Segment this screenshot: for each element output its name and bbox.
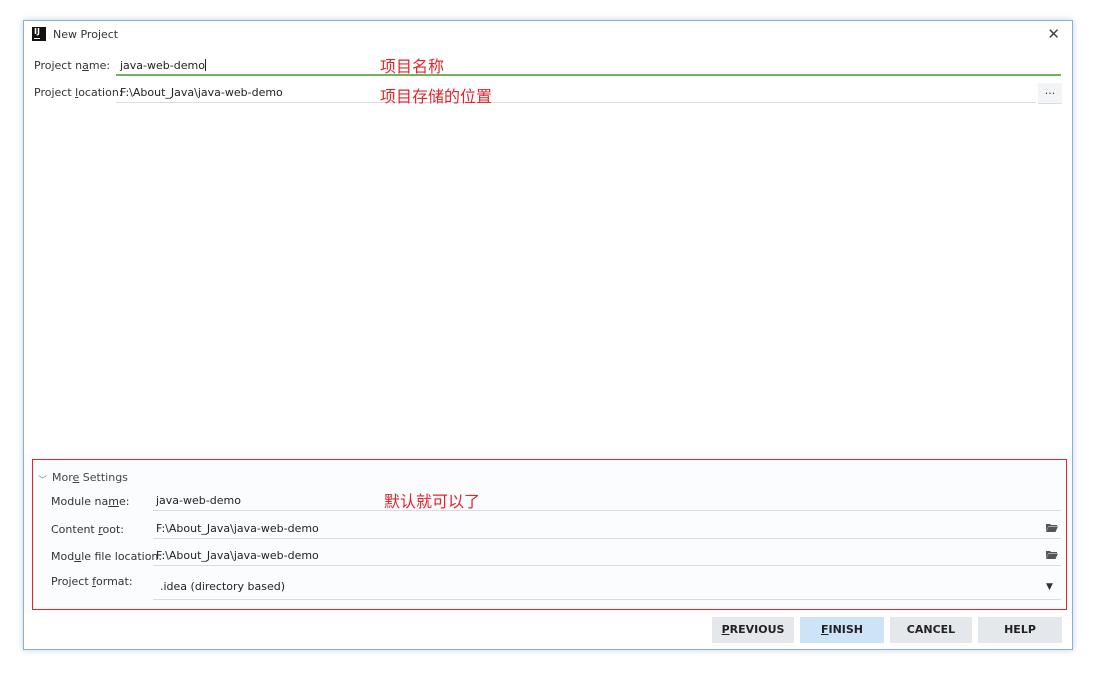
dropdown-arrow-icon[interactable]: ▼ bbox=[1046, 582, 1053, 592]
folder-open-icon[interactable] bbox=[1046, 550, 1058, 559]
title-bar: IJ New Project ✕ bbox=[24, 21, 1072, 49]
module-name-underline bbox=[153, 510, 1061, 511]
project-location-input[interactable]: F:\About_Java\java-web-demo bbox=[120, 86, 1030, 99]
project-format-select[interactable]: .idea (directory based) bbox=[160, 580, 1020, 593]
content-root-label: Content root: bbox=[51, 523, 125, 536]
help-button[interactable]: HELP bbox=[978, 617, 1062, 643]
close-button[interactable]: ✕ bbox=[1047, 25, 1060, 43]
dialog-title: New Project bbox=[53, 28, 119, 41]
cancel-button[interactable]: CANCEL bbox=[890, 617, 972, 643]
module-name-input[interactable]: java-web-demo bbox=[156, 494, 1036, 507]
text-caret bbox=[204, 59, 206, 71]
finish-button[interactable]: FINISH bbox=[800, 617, 884, 643]
intellij-icon: IJ bbox=[32, 27, 46, 41]
module-file-location-input[interactable]: F:\About_Java\java-web-demo bbox=[156, 549, 1026, 562]
chevron-down-icon[interactable]: ﹀ bbox=[38, 473, 47, 486]
project-location-annotation: 项目存储的位置 bbox=[380, 87, 493, 106]
more-settings-toggle[interactable]: More Settings bbox=[52, 471, 128, 484]
module-name-label: Module name: bbox=[51, 495, 130, 508]
folder-open-icon[interactable] bbox=[1046, 523, 1058, 532]
project-location-label: Project location: bbox=[34, 86, 123, 99]
project-format-label: Project format: bbox=[51, 575, 133, 588]
previous-button[interactable]: PREVIOUS bbox=[712, 617, 794, 643]
new-project-dialog: IJ New Project ✕ Project name: java-web-… bbox=[23, 20, 1073, 650]
project-name-label: Project name: bbox=[34, 59, 111, 72]
browse-location-button[interactable]: ... bbox=[1038, 83, 1062, 104]
module-file-location-label: Module file location: bbox=[51, 550, 163, 563]
project-name-focus-underline bbox=[116, 74, 1061, 76]
project-name-input[interactable]: java-web-demo bbox=[120, 59, 1060, 72]
project-name-annotation: 项目名称 bbox=[380, 57, 445, 76]
project-format-underline bbox=[153, 599, 1061, 600]
content-root-underline bbox=[153, 538, 1061, 539]
content-root-input[interactable]: F:\About_Java\java-web-demo bbox=[156, 522, 1026, 535]
module-file-location-underline bbox=[153, 565, 1061, 566]
project-location-underline bbox=[116, 102, 1036, 103]
